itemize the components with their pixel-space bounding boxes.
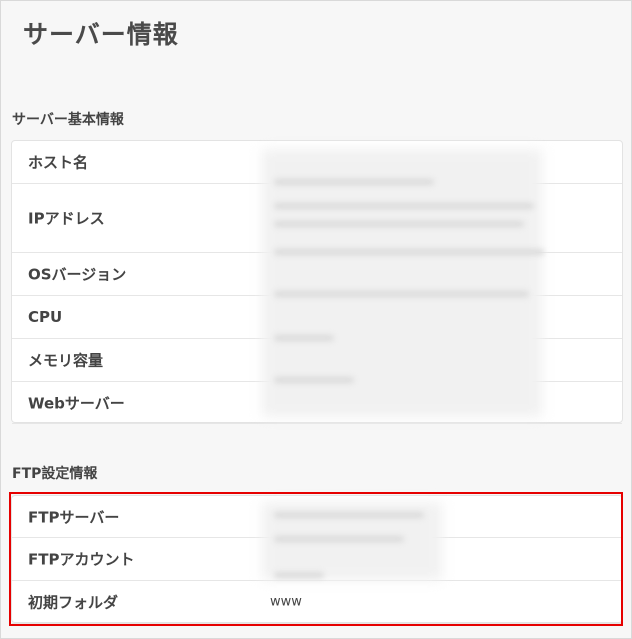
redacted-value-line [274,291,529,297]
redacted-value-line [274,335,334,341]
row-label-ftp-account: FTPアカウント [28,550,135,569]
row-label-memory: メモリ容量 [28,351,104,370]
server-basic-card: ホスト名 IPアドレス OSバージョン CPU メモリ容量 Webサーバー [11,140,623,424]
redacted-value-line [274,249,544,255]
row-label-hostname: ホスト名 [28,153,89,172]
table-row-initial-folder: 初期フォルダ www [12,581,622,624]
row-label-initial-folder: 初期フォルダ [28,593,119,612]
redacted-value-line [274,536,404,542]
row-label-cpu: CPU [28,308,63,326]
redacted-value-line [274,572,324,578]
row-label-web-server: Webサーバー [28,394,125,412]
ftp-card: FTPサーバー FTPアカウント 初期フォルダ www [11,495,623,624]
redacted-value-line [274,203,534,209]
section-title-server-basic: サーバー基本情報 [12,112,124,128]
redacted-value-line [274,377,354,383]
redacted-value-line [274,179,434,185]
row-value-initial-folder: www [270,594,302,610]
redacted-value-line [274,221,524,227]
row-label-ftp-server: FTPサーバー [28,508,120,526]
section-title-ftp: FTP設定情報 [12,466,98,482]
row-label-os-version: OSバージョン [28,265,127,284]
redacted-value-line [274,512,424,518]
row-label-ip-address: IPアドレス [28,209,105,228]
page-title: サーバー情報 [23,20,179,49]
